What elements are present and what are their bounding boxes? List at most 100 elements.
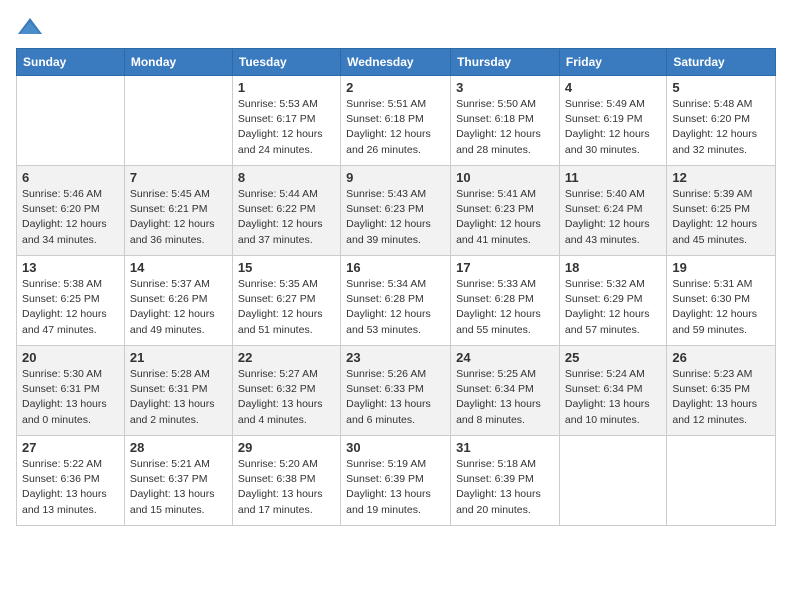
- cell-text: Sunrise: 5:44 AM Sunset: 6:22 PM Dayligh…: [238, 187, 335, 248]
- calendar-week-row: 13 Sunrise: 5:38 AM Sunset: 6:25 PM Dayli…: [17, 256, 776, 346]
- day-number: 15: [238, 260, 335, 275]
- calendar-cell: 19 Sunrise: 5:31 AM Sunset: 6:30 PM Dayli…: [667, 256, 776, 346]
- day-number: 7: [130, 170, 227, 185]
- day-number: 25: [565, 350, 661, 365]
- cell-text: Sunrise: 5:23 AM Sunset: 6:35 PM Dayligh…: [672, 367, 770, 428]
- cell-text: Sunrise: 5:53 AM Sunset: 6:17 PM Dayligh…: [238, 97, 335, 158]
- cell-text: Sunrise: 5:37 AM Sunset: 6:26 PM Dayligh…: [130, 277, 227, 338]
- calendar-cell: 18 Sunrise: 5:32 AM Sunset: 6:29 PM Dayli…: [559, 256, 666, 346]
- cell-text: Sunrise: 5:31 AM Sunset: 6:30 PM Dayligh…: [672, 277, 770, 338]
- day-number: 21: [130, 350, 227, 365]
- calendar-cell: 10 Sunrise: 5:41 AM Sunset: 6:23 PM Dayli…: [451, 166, 560, 256]
- day-header-tuesday: Tuesday: [232, 49, 340, 76]
- calendar-cell: 2 Sunrise: 5:51 AM Sunset: 6:18 PM Daylig…: [341, 76, 451, 166]
- day-number: 13: [22, 260, 119, 275]
- cell-text: Sunrise: 5:35 AM Sunset: 6:27 PM Dayligh…: [238, 277, 335, 338]
- calendar-cell: 4 Sunrise: 5:49 AM Sunset: 6:19 PM Daylig…: [559, 76, 666, 166]
- calendar-week-row: 6 Sunrise: 5:46 AM Sunset: 6:20 PM Daylig…: [17, 166, 776, 256]
- day-header-sunday: Sunday: [17, 49, 125, 76]
- calendar-cell: 12 Sunrise: 5:39 AM Sunset: 6:25 PM Dayli…: [667, 166, 776, 256]
- day-number: 27: [22, 440, 119, 455]
- cell-text: Sunrise: 5:32 AM Sunset: 6:29 PM Dayligh…: [565, 277, 661, 338]
- day-header-thursday: Thursday: [451, 49, 560, 76]
- calendar-cell: 5 Sunrise: 5:48 AM Sunset: 6:20 PM Daylig…: [667, 76, 776, 166]
- calendar-table: SundayMondayTuesdayWednesdayThursdayFrid…: [16, 48, 776, 526]
- cell-text: Sunrise: 5:48 AM Sunset: 6:20 PM Dayligh…: [672, 97, 770, 158]
- cell-text: Sunrise: 5:34 AM Sunset: 6:28 PM Dayligh…: [346, 277, 445, 338]
- cell-text: Sunrise: 5:18 AM Sunset: 6:39 PM Dayligh…: [456, 457, 554, 518]
- day-number: 18: [565, 260, 661, 275]
- calendar-week-row: 20Sunrise: 5:30 AM Sunset: 6:31 PM Dayli…: [17, 346, 776, 436]
- day-number: 10: [456, 170, 554, 185]
- calendar-cell: 28 Sunrise: 5:21 AM Sunset: 6:37 PM Dayli…: [124, 436, 232, 526]
- cell-text: Sunrise: 5:49 AM Sunset: 6:19 PM Dayligh…: [565, 97, 661, 158]
- cell-text: Sunrise: 5:40 AM Sunset: 6:24 PM Dayligh…: [565, 187, 661, 248]
- day-header-monday: Monday: [124, 49, 232, 76]
- calendar-cell: 1Sunrise: 5:53 AM Sunset: 6:17 PM Daylig…: [232, 76, 340, 166]
- day-number: 16: [346, 260, 445, 275]
- cell-text: Sunrise: 5:43 AM Sunset: 6:23 PM Dayligh…: [346, 187, 445, 248]
- calendar-cell: 29 Sunrise: 5:20 AM Sunset: 6:38 PM Dayli…: [232, 436, 340, 526]
- day-number: 28: [130, 440, 227, 455]
- day-number: 19: [672, 260, 770, 275]
- cell-text: Sunrise: 5:41 AM Sunset: 6:23 PM Dayligh…: [456, 187, 554, 248]
- calendar-cell: [124, 76, 232, 166]
- day-number: 2: [346, 80, 445, 95]
- calendar-cell: 27 Sunrise: 5:22 AM Sunset: 6:36 PM Dayli…: [17, 436, 125, 526]
- calendar-cell: 17 Sunrise: 5:33 AM Sunset: 6:28 PM Dayli…: [451, 256, 560, 346]
- logo: [16, 16, 48, 38]
- day-number: 26: [672, 350, 770, 365]
- day-number: 4: [565, 80, 661, 95]
- cell-text: Sunrise: 5:50 AM Sunset: 6:18 PM Dayligh…: [456, 97, 554, 158]
- day-number: 23: [346, 350, 445, 365]
- calendar-cell: [559, 436, 666, 526]
- day-header-friday: Friday: [559, 49, 666, 76]
- cell-text: Sunrise: 5:38 AM Sunset: 6:25 PM Dayligh…: [22, 277, 119, 338]
- calendar-header-row: SundayMondayTuesdayWednesdayThursdayFrid…: [17, 49, 776, 76]
- cell-text: Sunrise: 5:21 AM Sunset: 6:37 PM Dayligh…: [130, 457, 227, 518]
- calendar-cell: 21 Sunrise: 5:28 AM Sunset: 6:31 PM Dayli…: [124, 346, 232, 436]
- day-number: 8: [238, 170, 335, 185]
- cell-text: Sunrise: 5:24 AM Sunset: 6:34 PM Dayligh…: [565, 367, 661, 428]
- cell-text: Sunrise: 5:46 AM Sunset: 6:20 PM Dayligh…: [22, 187, 119, 248]
- cell-text: Sunrise: 5:26 AM Sunset: 6:33 PM Dayligh…: [346, 367, 445, 428]
- calendar-cell: 8 Sunrise: 5:44 AM Sunset: 6:22 PM Daylig…: [232, 166, 340, 256]
- cell-text: Sunrise: 5:45 AM Sunset: 6:21 PM Dayligh…: [130, 187, 227, 248]
- day-number: 29: [238, 440, 335, 455]
- calendar-cell: [17, 76, 125, 166]
- page-header: [16, 16, 776, 38]
- day-number: 30: [346, 440, 445, 455]
- day-number: 22: [238, 350, 335, 365]
- day-number: 14: [130, 260, 227, 275]
- day-number: 17: [456, 260, 554, 275]
- calendar-week-row: 1Sunrise: 5:53 AM Sunset: 6:17 PM Daylig…: [17, 76, 776, 166]
- calendar-cell: 3 Sunrise: 5:50 AM Sunset: 6:18 PM Daylig…: [451, 76, 560, 166]
- cell-text: Sunrise: 5:51 AM Sunset: 6:18 PM Dayligh…: [346, 97, 445, 158]
- calendar-cell: 7 Sunrise: 5:45 AM Sunset: 6:21 PM Daylig…: [124, 166, 232, 256]
- cell-text: Sunrise: 5:39 AM Sunset: 6:25 PM Dayligh…: [672, 187, 770, 248]
- cell-text: Sunrise: 5:25 AM Sunset: 6:34 PM Dayligh…: [456, 367, 554, 428]
- day-header-saturday: Saturday: [667, 49, 776, 76]
- cell-text: Sunrise: 5:27 AM Sunset: 6:32 PM Dayligh…: [238, 367, 335, 428]
- cell-text: Sunrise: 5:33 AM Sunset: 6:28 PM Dayligh…: [456, 277, 554, 338]
- calendar-cell: 23 Sunrise: 5:26 AM Sunset: 6:33 PM Dayli…: [341, 346, 451, 436]
- day-number: 5: [672, 80, 770, 95]
- cell-text: Sunrise: 5:20 AM Sunset: 6:38 PM Dayligh…: [238, 457, 335, 518]
- cell-text: Sunrise: 5:28 AM Sunset: 6:31 PM Dayligh…: [130, 367, 227, 428]
- calendar-cell: 14 Sunrise: 5:37 AM Sunset: 6:26 PM Dayli…: [124, 256, 232, 346]
- day-number: 20: [22, 350, 119, 365]
- logo-icon: [16, 16, 44, 38]
- calendar-cell: 30Sunrise: 5:19 AM Sunset: 6:39 PM Dayli…: [341, 436, 451, 526]
- day-header-wednesday: Wednesday: [341, 49, 451, 76]
- day-number: 3: [456, 80, 554, 95]
- calendar-cell: 13 Sunrise: 5:38 AM Sunset: 6:25 PM Dayli…: [17, 256, 125, 346]
- calendar-cell: 11 Sunrise: 5:40 AM Sunset: 6:24 PM Dayli…: [559, 166, 666, 256]
- calendar-cell: 9Sunrise: 5:43 AM Sunset: 6:23 PM Daylig…: [341, 166, 451, 256]
- calendar-cell: [667, 436, 776, 526]
- day-number: 31: [456, 440, 554, 455]
- day-number: 11: [565, 170, 661, 185]
- day-number: 6: [22, 170, 119, 185]
- day-number: 12: [672, 170, 770, 185]
- cell-text: Sunrise: 5:22 AM Sunset: 6:36 PM Dayligh…: [22, 457, 119, 518]
- calendar-cell: 16 Sunrise: 5:34 AM Sunset: 6:28 PM Dayli…: [341, 256, 451, 346]
